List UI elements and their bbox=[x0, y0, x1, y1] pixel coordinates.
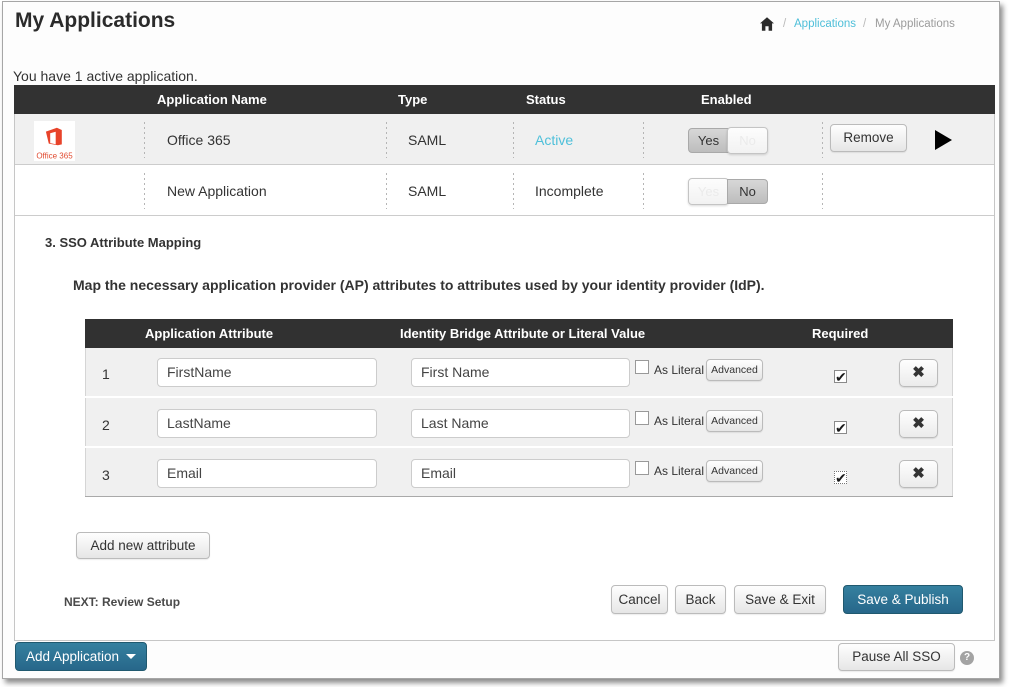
svg-text:Office 365: Office 365 bbox=[36, 152, 73, 161]
